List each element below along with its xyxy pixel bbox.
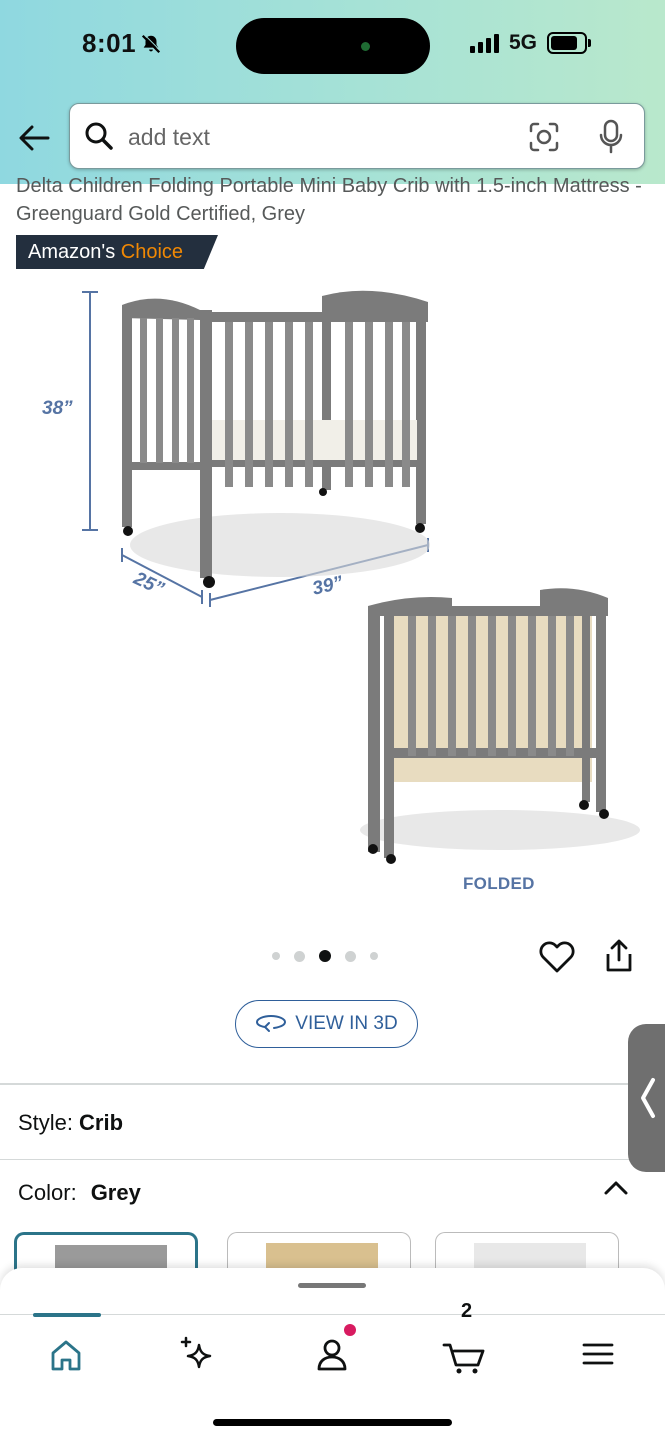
nav-ai-assistant[interactable] [168, 1331, 228, 1379]
heart-icon[interactable] [538, 938, 576, 974]
bottom-sheet[interactable] [0, 1268, 665, 1316]
signal-icon [470, 33, 499, 53]
chevron-left-icon [641, 1078, 655, 1118]
account-icon [317, 1339, 347, 1371]
carousel-dot[interactable] [294, 950, 305, 962]
search-input[interactable] [126, 116, 510, 158]
arrow-left-icon [19, 125, 50, 151]
header: 8:01 5G [0, 0, 665, 184]
dimension-width-label: 39” [310, 572, 345, 599]
account-notification-dot [344, 1324, 356, 1336]
bell-muted-icon [141, 33, 161, 53]
color-label: Color: [18, 1180, 77, 1205]
search-bar[interactable] [69, 103, 645, 169]
sheet-grab-handle[interactable] [298, 1283, 366, 1288]
nav-active-indicator [33, 1313, 101, 1317]
network-label: 5G [509, 31, 538, 54]
cart-count: 2 [461, 1300, 473, 1322]
nav-home[interactable] [36, 1331, 96, 1379]
nav-cart[interactable] [435, 1331, 495, 1379]
style-selector[interactable]: Style: Crib [18, 1110, 123, 1136]
dimension-height-label: 38” [42, 398, 73, 419]
color-value: Grey [90, 1180, 141, 1205]
nav-menu[interactable] [568, 1331, 628, 1379]
view-in-3d-label: VIEW IN 3D [295, 1013, 398, 1034]
folded-caption: FOLDED [463, 874, 535, 893]
carousel-dot[interactable] [370, 952, 378, 960]
chevron-up-icon[interactable] [603, 1178, 629, 1198]
search-icon [85, 122, 113, 150]
badge-text-1: Amazon's [28, 241, 116, 263]
carousel-dots[interactable] [272, 950, 378, 962]
carousel-dot[interactable] [272, 952, 280, 960]
dynamic-island [236, 18, 430, 74]
product-title[interactable]: Delta Children Folding Portable Mini Bab… [16, 172, 646, 228]
divider [0, 1083, 665, 1085]
home-indicator[interactable] [213, 1419, 452, 1426]
badge-text-2: Choice [120, 241, 184, 263]
view-in-3d-button[interactable]: VIEW IN 3D [235, 1000, 418, 1048]
dimension-depth-label: 25” [130, 568, 168, 601]
microphone-icon[interactable] [598, 119, 624, 155]
menu-icon [582, 1343, 614, 1365]
divider [0, 1159, 665, 1160]
status-time-text: 8:01 [82, 28, 137, 58]
carousel-dot[interactable] [345, 950, 356, 962]
battery-icon [547, 32, 592, 54]
share-icon[interactable] [603, 938, 635, 974]
status-time: 8:01 [82, 28, 162, 59]
home-icon [51, 1340, 81, 1371]
cart-icon [442, 1343, 485, 1374]
product-image[interactable]: 38” 25” 39” [0, 270, 665, 930]
status-indicators: 5G [470, 31, 592, 55]
ai-sparkle-icon [180, 1336, 212, 1369]
rotate-3d-icon [256, 1014, 287, 1032]
amazons-choice-badge: Amazon's Choice [16, 235, 218, 269]
style-label: Style: [18, 1110, 74, 1135]
color-selector[interactable]: Color: Grey [18, 1180, 141, 1206]
crib-illustration: 38” 25” 39” [42, 290, 640, 864]
camera-lens-icon[interactable] [528, 121, 560, 153]
carousel-dot-active[interactable] [319, 950, 331, 962]
side-drawer-tab[interactable] [628, 1024, 665, 1172]
style-value: Crib [79, 1110, 124, 1135]
nav-account[interactable] [302, 1331, 362, 1379]
back-button[interactable] [16, 120, 54, 156]
